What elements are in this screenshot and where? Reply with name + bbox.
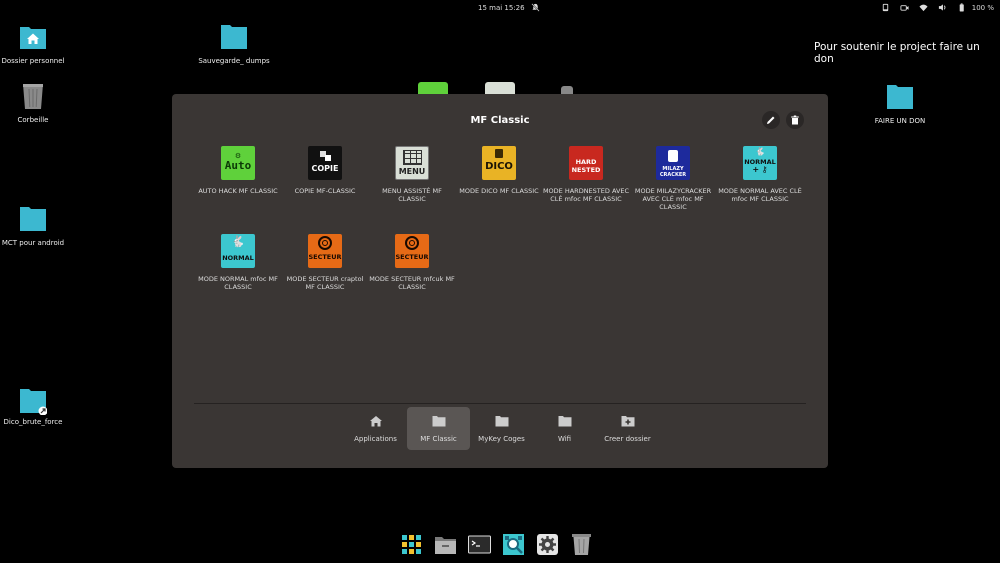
volume-icon[interactable] bbox=[938, 3, 947, 12]
pencil-icon bbox=[767, 116, 775, 124]
settings-icon[interactable] bbox=[536, 533, 559, 556]
desktop-icon-dico[interactable]: Dico_brute_force bbox=[0, 387, 70, 427]
desktop-icon-label: Dico_brute_force bbox=[3, 418, 63, 426]
desktop-icon-donate[interactable]: FAIRE UN DON bbox=[863, 83, 937, 126]
secteur-target-icon: SECTEUR bbox=[308, 234, 342, 268]
app-copie[interactable]: COPIE COPIE MF-CLASSIC bbox=[281, 146, 369, 195]
app-menu-assiste[interactable]: MENU MENU ASSISTÉ MF CLASSIC bbox=[368, 146, 456, 203]
desktop-icon-label: Corbeille bbox=[17, 116, 49, 124]
milazycracker-icon: MILAZY CRACKER bbox=[656, 146, 690, 180]
rename-button[interactable] bbox=[762, 111, 780, 129]
desktop-icon-trash[interactable]: Corbeille bbox=[0, 82, 70, 125]
folder-tabs: Applications MF Classic MyKey Coges Wifi… bbox=[344, 407, 659, 450]
hardnested-icon: HARD NESTED bbox=[569, 146, 603, 180]
terminal-icon[interactable] bbox=[468, 533, 491, 556]
app-normal-cle[interactable]: 🐇 NORMAL + ⚷ MODE NORMAL AVEC CLÉ mfoc M… bbox=[716, 146, 804, 203]
tab-label: Applications bbox=[354, 435, 397, 443]
app-grid-icon[interactable] bbox=[400, 533, 423, 556]
desktop-icon-home[interactable]: Dossier personnel bbox=[0, 23, 70, 66]
app-label: MENU ASSISTÉ MF CLASSIC bbox=[382, 187, 442, 203]
home-folder-icon bbox=[20, 27, 46, 49]
search-tool-icon[interactable] bbox=[502, 533, 525, 556]
donate-message: Pour soutenir le project faire un don bbox=[814, 41, 980, 65]
dock bbox=[400, 530, 593, 558]
folder-icon bbox=[495, 416, 508, 427]
folder-with-link bbox=[19, 387, 47, 415]
phone-icon[interactable] bbox=[881, 3, 890, 12]
delete-folder-button[interactable] bbox=[786, 111, 804, 129]
app-label: MODE NORMAL mfoc MF CLASSIC bbox=[198, 275, 278, 291]
battery-icon[interactable] bbox=[957, 3, 966, 12]
folder-icon bbox=[20, 389, 47, 415]
folder-icon bbox=[20, 207, 46, 231]
trash-icon[interactable] bbox=[570, 533, 593, 556]
clock[interactable]: 15 mai 15:26 bbox=[478, 4, 525, 12]
app-label: MODE MILAZYCRACKER AVEC CLÉ mfoc MF CLAS… bbox=[634, 187, 712, 211]
notifications-muted-icon[interactable] bbox=[531, 3, 540, 12]
system-tray[interactable]: 100 % bbox=[881, 3, 994, 12]
menu-icon: MENU bbox=[395, 146, 429, 180]
tab-mykey-coges[interactable]: MyKey Coges bbox=[470, 407, 533, 450]
camera-icon[interactable] bbox=[900, 3, 909, 12]
tab-wifi[interactable]: Wifi bbox=[533, 407, 596, 450]
tab-applications[interactable]: Applications bbox=[344, 407, 407, 450]
app-label: MODE HARDNESTED AVEC CLÉ mfoc MF CLASSIC bbox=[542, 187, 630, 203]
app-label: MODE NORMAL AVEC CLÉ mfoc MF CLASSIC bbox=[718, 187, 802, 203]
app-label: MODE DICO MF CLASSIC bbox=[459, 187, 539, 195]
hidden-app-icon bbox=[561, 86, 573, 94]
folder-icon bbox=[432, 416, 445, 427]
app-hardnested[interactable]: HARD NESTED MODE HARDNESTED AVEC CLÉ mfo… bbox=[542, 146, 630, 203]
folder-icon bbox=[887, 85, 913, 109]
tab-label: Creer dossier bbox=[604, 435, 651, 443]
tab-label: MyKey Coges bbox=[478, 435, 525, 443]
app-auto-hack[interactable]: ⚙ Auto AUTO HACK MF CLASSIC bbox=[194, 146, 282, 195]
tab-create-folder[interactable]: Creer dossier bbox=[596, 407, 659, 450]
dico-icon: DICO bbox=[482, 146, 516, 180]
desktop-icon-label: Sauvegarde_ dumps bbox=[198, 57, 270, 65]
tab-label: MF Classic bbox=[420, 435, 457, 443]
window-title: MF Classic bbox=[470, 115, 530, 126]
normal-icon: 🐇 NORMAL bbox=[221, 234, 255, 268]
app-mode-dico[interactable]: DICO MODE DICO MF CLASSIC bbox=[455, 146, 543, 195]
folder-icon bbox=[558, 416, 571, 427]
wifi-icon[interactable] bbox=[919, 3, 928, 12]
app-label: MODE SECTEUR mfcuk MF CLASSIC bbox=[369, 275, 455, 291]
copy-icon: COPIE bbox=[308, 146, 342, 180]
app-milazycracker[interactable]: MILAZY CRACKER MODE MILAZYCRACKER AVEC C… bbox=[629, 146, 717, 211]
divider bbox=[194, 403, 806, 404]
trash-icon bbox=[791, 115, 799, 125]
app-label: COPIE MF-CLASSIC bbox=[294, 187, 356, 195]
trash-icon bbox=[23, 84, 43, 109]
folder-icon bbox=[221, 25, 247, 49]
auto-hack-icon: ⚙ Auto bbox=[221, 146, 255, 180]
tab-label: Wifi bbox=[557, 435, 572, 443]
top-bar: 15 mai 15:26 100 % bbox=[0, 0, 1000, 17]
desktop-icon-label: Dossier personnel bbox=[1, 57, 65, 65]
app-normal-mfoc[interactable]: 🐇 NORMAL MODE NORMAL mfoc MF CLASSIC bbox=[194, 234, 282, 291]
battery-percent: 100 % bbox=[971, 3, 994, 12]
normal-key-icon: 🐇 NORMAL + ⚷ bbox=[743, 146, 777, 180]
desktop-icon-label: FAIRE UN DON bbox=[874, 117, 926, 125]
file-manager-icon[interactable] bbox=[434, 533, 457, 556]
app-secteur-craptol[interactable]: SECTEUR MODE SECTEUR craptol MF CLASSIC bbox=[281, 234, 369, 291]
app-secteur-mfcuk[interactable]: SECTEUR MODE SECTEUR mfcuk MF CLASSIC bbox=[368, 234, 456, 291]
desktop-icon-backup[interactable]: Sauvegarde_ dumps bbox=[197, 23, 271, 66]
tab-mf-classic[interactable]: MF Classic bbox=[407, 407, 470, 450]
folder-plus-icon bbox=[621, 416, 634, 427]
folder-window: MF Classic ⚙ Auto AUTO HACK MF CLASSIC C… bbox=[172, 94, 828, 468]
desktop-icon-label: MCT pour android bbox=[1, 239, 65, 247]
app-label: AUTO HACK MF CLASSIC bbox=[198, 187, 278, 195]
home-icon bbox=[369, 416, 382, 427]
app-label: MODE SECTEUR craptol MF CLASSIC bbox=[286, 275, 364, 291]
desktop-icon-mct[interactable]: MCT pour android bbox=[0, 205, 70, 248]
secteur-target-icon: SECTEUR bbox=[395, 234, 429, 268]
